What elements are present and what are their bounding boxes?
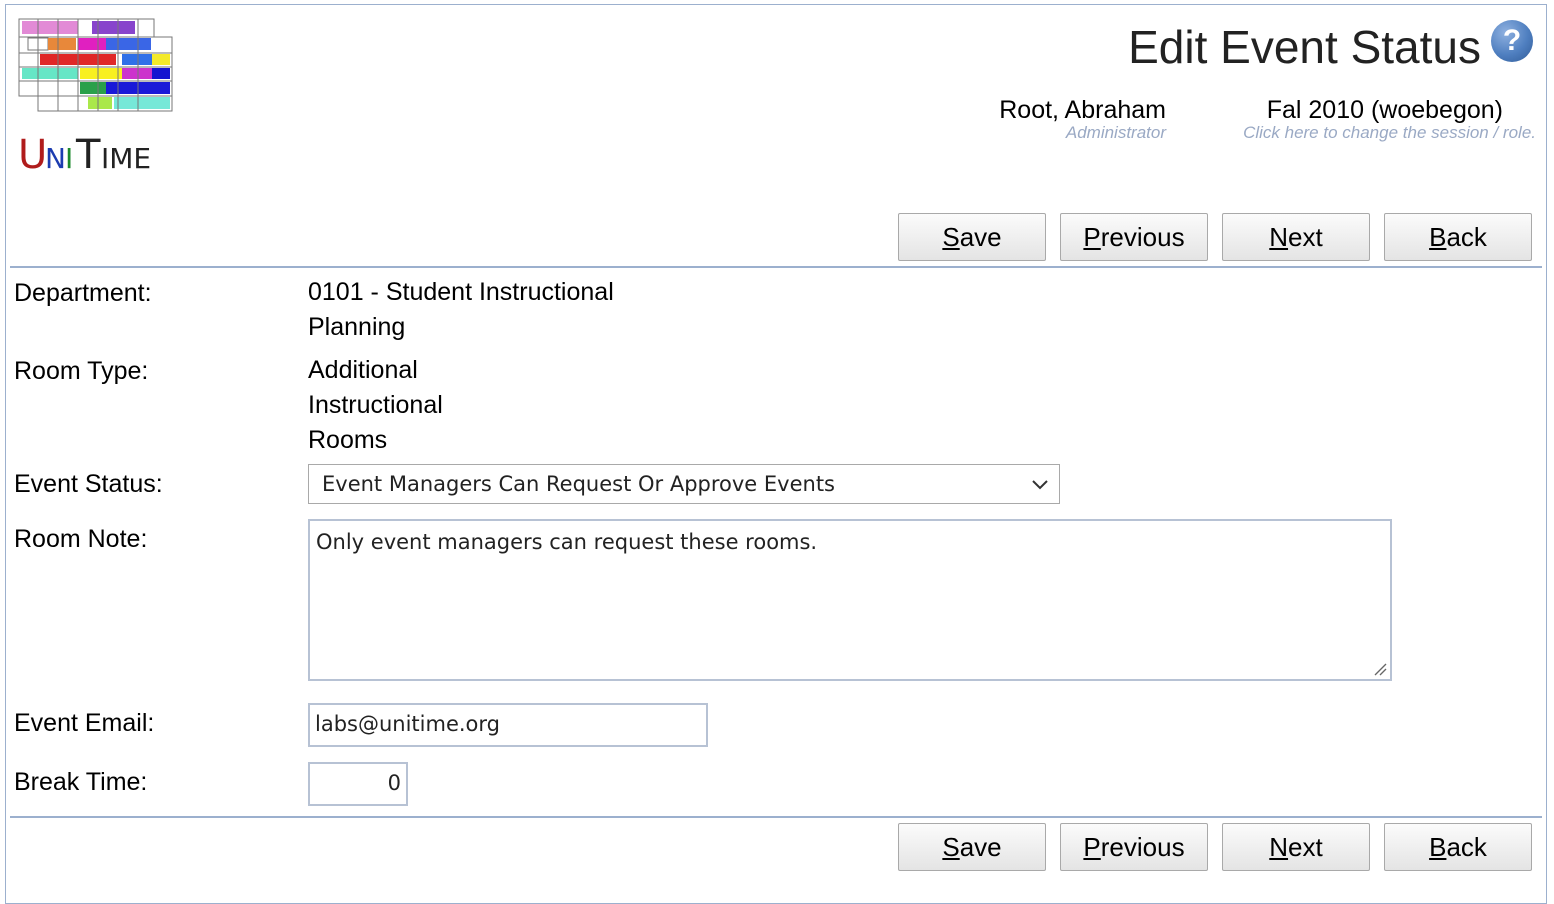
back-button[interactable]: Back (1384, 213, 1532, 261)
user-role: Administrator (1065, 123, 1166, 142)
room-note-label: Room Note: (14, 525, 148, 553)
save-button[interactable]: Save (898, 213, 1046, 261)
page-title: Edit Event Status (1128, 21, 1481, 73)
room-type-label: Room Type: (14, 357, 149, 385)
resize-grip-icon[interactable] (1373, 662, 1387, 676)
department-label: Department: (14, 279, 152, 307)
svg-text:U: U (18, 132, 47, 178)
chevron-down-icon (1032, 480, 1048, 490)
session-info[interactable]: Fal 2010 (woebegon) Click here to change… (1243, 96, 1536, 142)
svg-text:T: T (75, 132, 101, 178)
top-divider (10, 266, 1542, 268)
session-hint[interactable]: Click here to change the session / role. (1243, 124, 1536, 142)
break-time-input[interactable]: 0 (308, 762, 408, 806)
department-value: 0101 - Student Instructional Planning (308, 278, 614, 341)
help-icon[interactable]: ? (1491, 20, 1533, 62)
previous-button-bottom[interactable]: Previous (1060, 823, 1208, 871)
back-button-bottom[interactable]: Back (1384, 823, 1532, 871)
unitime-logo[interactable]: U N I T IME (18, 18, 174, 178)
previous-button[interactable]: Previous (1060, 213, 1208, 261)
event-status-label: Event Status: (14, 470, 163, 498)
svg-text:IME: IME (101, 142, 151, 175)
save-button-bottom[interactable]: Save (898, 823, 1046, 871)
event-status-select[interactable]: Event Managers Can Request Or Approve Ev… (308, 464, 1060, 504)
user-name: Root, Abraham (999, 96, 1166, 124)
svg-text:I: I (65, 142, 73, 175)
break-time-label: Break Time: (14, 768, 148, 796)
event-email-input[interactable]: labs@unitime.org (308, 703, 708, 747)
bottom-divider (10, 816, 1542, 818)
event-email-label: Event Email: (14, 709, 155, 737)
room-note-textarea[interactable]: Only event managers can request these ro… (308, 519, 1392, 681)
session-name: Fal 2010 (woebegon) (1266, 96, 1503, 124)
room-type-value: Additional Instructional Rooms (308, 356, 443, 454)
next-button-bottom[interactable]: Next (1222, 823, 1370, 871)
svg-text:N: N (45, 142, 66, 175)
user-info[interactable]: Root, Abraham Administrator (999, 96, 1166, 142)
next-button[interactable]: Next (1222, 213, 1370, 261)
